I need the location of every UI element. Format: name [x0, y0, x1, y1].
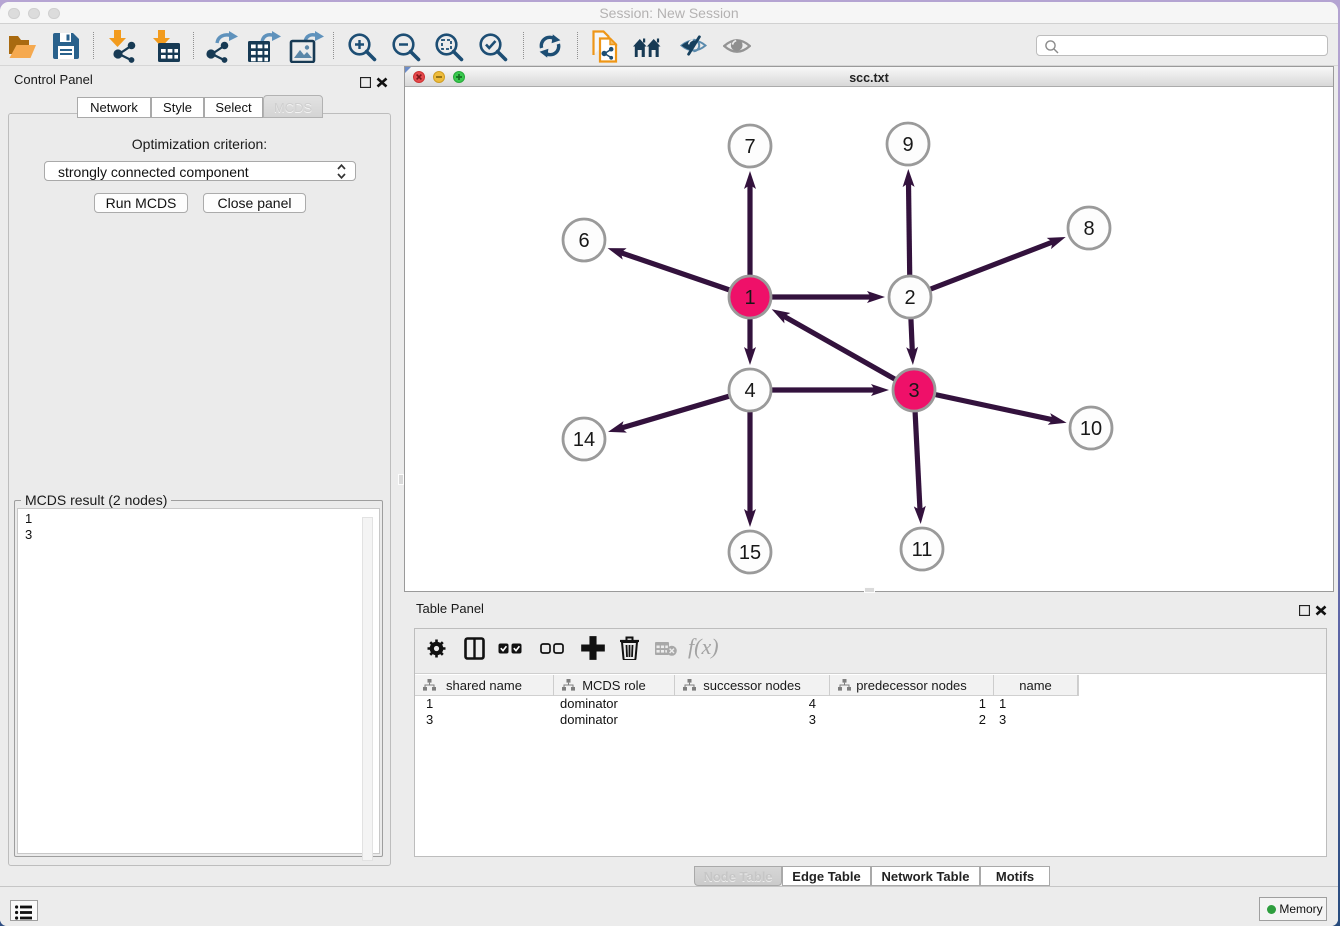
svg-text:14: 14	[573, 429, 595, 451]
svg-text:7: 7	[744, 136, 755, 158]
svg-text:8: 8	[1083, 218, 1094, 240]
svg-text:10: 10	[1080, 418, 1102, 440]
svg-text:15: 15	[739, 542, 761, 564]
svg-text:1: 1	[744, 287, 755, 309]
svg-text:2: 2	[904, 287, 915, 309]
svg-text:6: 6	[578, 230, 589, 252]
svg-text:11: 11	[912, 539, 933, 561]
svg-text:9: 9	[902, 134, 913, 156]
svg-text:4: 4	[744, 380, 755, 402]
svg-text:3: 3	[908, 380, 919, 402]
